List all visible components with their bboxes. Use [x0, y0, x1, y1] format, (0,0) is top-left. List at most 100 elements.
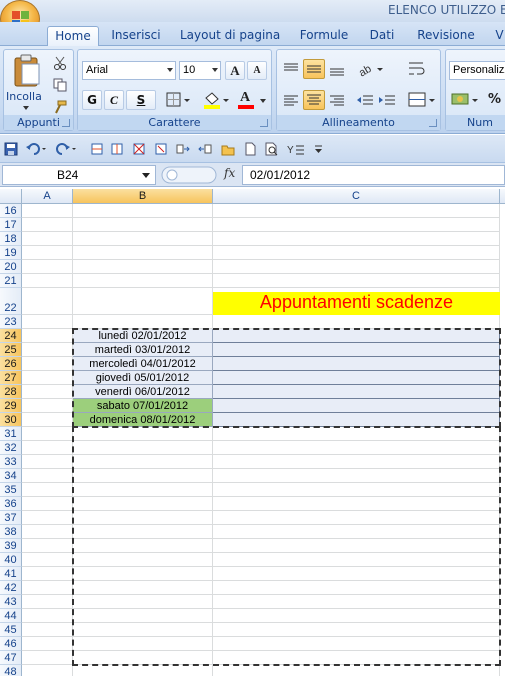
row-header-36[interactable]: 36 — [0, 497, 22, 511]
row-header-24[interactable]: 24 — [0, 329, 22, 343]
row-header-34[interactable]: 34 — [0, 469, 22, 483]
row-header-26[interactable]: 26 — [0, 357, 22, 371]
align-bottom-icon[interactable] — [327, 60, 347, 78]
row-header-20[interactable]: 20 — [0, 260, 22, 274]
cell-a36[interactable] — [22, 497, 73, 511]
cell-c38[interactable] — [213, 525, 500, 539]
cell-a43[interactable] — [22, 595, 73, 609]
tab-dati[interactable]: Dati — [365, 26, 399, 46]
cell-b42[interactable] — [73, 581, 213, 595]
merge-cells-icon[interactable] — [407, 90, 437, 110]
cell-c23[interactable] — [213, 315, 500, 329]
column-header-c[interactable]: C — [213, 189, 500, 204]
cell-c19[interactable] — [213, 246, 500, 260]
delete-cells-icon[interactable] — [198, 142, 212, 156]
underline-button[interactable]: S — [126, 90, 156, 110]
cell-b16[interactable] — [73, 204, 213, 218]
cell-b23[interactable] — [73, 315, 213, 329]
day-cell[interactable]: lunedì 02/01/2012 — [73, 329, 213, 343]
wrap-text-icon[interactable] — [407, 59, 427, 79]
cell-c44[interactable] — [213, 609, 500, 623]
cell-a21[interactable] — [22, 274, 73, 288]
appointment-cell[interactable] — [213, 413, 500, 427]
cell-a26[interactable] — [22, 357, 73, 371]
orientation-icon[interactable]: ab — [355, 59, 385, 79]
percent-button[interactable]: % — [488, 92, 501, 107]
day-cell[interactable]: mercoledì 04/01/2012 — [73, 357, 213, 371]
sort-icon[interactable]: Y — [287, 142, 307, 156]
tab-revisione[interactable]: Revisione — [414, 26, 478, 46]
row-header-28[interactable]: 28 — [0, 385, 22, 399]
cell-a28[interactable] — [22, 385, 73, 399]
cell-b41[interactable] — [73, 567, 213, 581]
row-header-40[interactable]: 40 — [0, 553, 22, 567]
paste-button[interactable]: Incolla — [6, 52, 46, 112]
delete-rows-icon[interactable] — [132, 142, 146, 156]
cell-b22[interactable] — [73, 288, 213, 315]
insert-columns-icon[interactable] — [110, 142, 124, 156]
copy-icon[interactable] — [53, 78, 67, 92]
cell-b43[interactable] — [73, 595, 213, 609]
column-header-d[interactable] — [500, 189, 505, 204]
tab-layout-di-pagina[interactable]: Layout di pagina — [180, 26, 280, 46]
day-cell[interactable]: sabato 07/01/2012 — [73, 399, 213, 413]
cell-a37[interactable] — [22, 511, 73, 525]
row-header-25[interactable]: 25 — [0, 343, 22, 357]
row-header-21[interactable]: 21 — [0, 274, 22, 288]
cell-c16[interactable] — [213, 204, 500, 218]
dialog-launcher-icon[interactable] — [62, 119, 70, 127]
cell-a16[interactable] — [22, 204, 73, 218]
cell-b19[interactable] — [73, 246, 213, 260]
format-painter-icon[interactable] — [53, 100, 67, 114]
font-size-combo[interactable]: 10 — [179, 61, 221, 80]
cell-a42[interactable] — [22, 581, 73, 595]
insert-function-button[interactable]: fx — [224, 166, 235, 180]
cell-a48[interactable] — [22, 665, 73, 676]
increase-indent-icon[interactable] — [377, 92, 397, 110]
cell-a22[interactable] — [22, 288, 73, 315]
day-cell[interactable]: martedì 03/01/2012 — [73, 343, 213, 357]
column-header-b[interactable]: B — [73, 189, 213, 204]
undo-icon[interactable] — [26, 142, 48, 156]
cell-b17[interactable] — [73, 218, 213, 232]
cell-c42[interactable] — [213, 581, 500, 595]
cell-c33[interactable] — [213, 455, 500, 469]
cell-c37[interactable] — [213, 511, 500, 525]
cell-a27[interactable] — [22, 371, 73, 385]
name-box[interactable]: B24 — [2, 165, 156, 185]
row-header-19[interactable]: 19 — [0, 246, 22, 260]
cell-a17[interactable] — [22, 218, 73, 232]
cell-c40[interactable] — [213, 553, 500, 567]
cell-a33[interactable] — [22, 455, 73, 469]
row-header-35[interactable]: 35 — [0, 483, 22, 497]
cell-a24[interactable] — [22, 329, 73, 343]
row-header-44[interactable]: 44 — [0, 609, 22, 623]
row-header-47[interactable]: 47 — [0, 651, 22, 665]
fill-color-icon[interactable] — [201, 90, 231, 110]
cell-c20[interactable] — [213, 260, 500, 274]
row-header-32[interactable]: 32 — [0, 441, 22, 455]
row-header-48[interactable]: 48 — [0, 665, 22, 676]
cell-b18[interactable] — [73, 232, 213, 246]
cell-a41[interactable] — [22, 567, 73, 581]
row-header-38[interactable]: 38 — [0, 525, 22, 539]
cell-c47[interactable] — [213, 651, 500, 665]
insert-rows-icon[interactable] — [90, 142, 104, 156]
row-header-22[interactable]: 22 — [0, 288, 22, 315]
select-all-corner[interactable] — [0, 189, 22, 204]
tab-home[interactable]: Home — [47, 26, 99, 46]
cell-a23[interactable] — [22, 315, 73, 329]
row-header-42[interactable]: 42 — [0, 581, 22, 595]
cell-b32[interactable] — [73, 441, 213, 455]
cell-a44[interactable] — [22, 609, 73, 623]
cell-b21[interactable] — [73, 274, 213, 288]
cell-a18[interactable] — [22, 232, 73, 246]
cell-a30[interactable] — [22, 413, 73, 427]
save-icon[interactable] — [4, 142, 18, 156]
cell-b36[interactable] — [73, 497, 213, 511]
cell-b47[interactable] — [73, 651, 213, 665]
italic-button[interactable]: C — [104, 90, 124, 110]
tab-visualizza[interactable]: V — [494, 26, 505, 46]
new-document-icon[interactable] — [243, 142, 257, 156]
appointment-cell[interactable] — [213, 357, 500, 371]
